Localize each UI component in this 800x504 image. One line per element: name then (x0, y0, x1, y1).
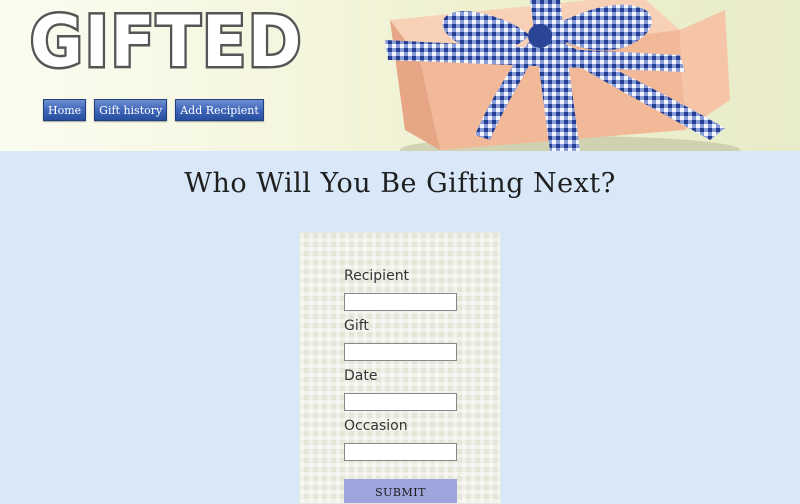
recipient-label: Recipient (344, 268, 410, 284)
gift-form: Recipient Gift Date Occasion SUBMIT (299, 232, 501, 504)
nav-gift-history-button[interactable]: Gift history (94, 99, 168, 121)
gifted-logo[interactable]: GIFTED (28, 0, 304, 85)
submit-button[interactable]: SUBMIT (344, 479, 457, 503)
gift-box-image (385, 0, 740, 151)
occasion-label: Occasion (344, 418, 408, 434)
nav-home-button[interactable]: Home (43, 99, 87, 121)
date-label: Date (344, 368, 378, 384)
gift-label: Gift (344, 318, 369, 334)
occasion-input[interactable] (344, 443, 457, 461)
page-title: Who Will You Be Gifting Next? (184, 168, 616, 199)
gift-input[interactable] (344, 343, 457, 361)
date-input[interactable] (344, 393, 457, 411)
header-banner: GIFTED Home Gift history Add Recipient (0, 0, 800, 151)
main-nav: Home Gift history Add Recipient (43, 99, 264, 121)
nav-add-recipient-button[interactable]: Add Recipient (175, 99, 264, 121)
recipient-input[interactable] (344, 293, 457, 311)
